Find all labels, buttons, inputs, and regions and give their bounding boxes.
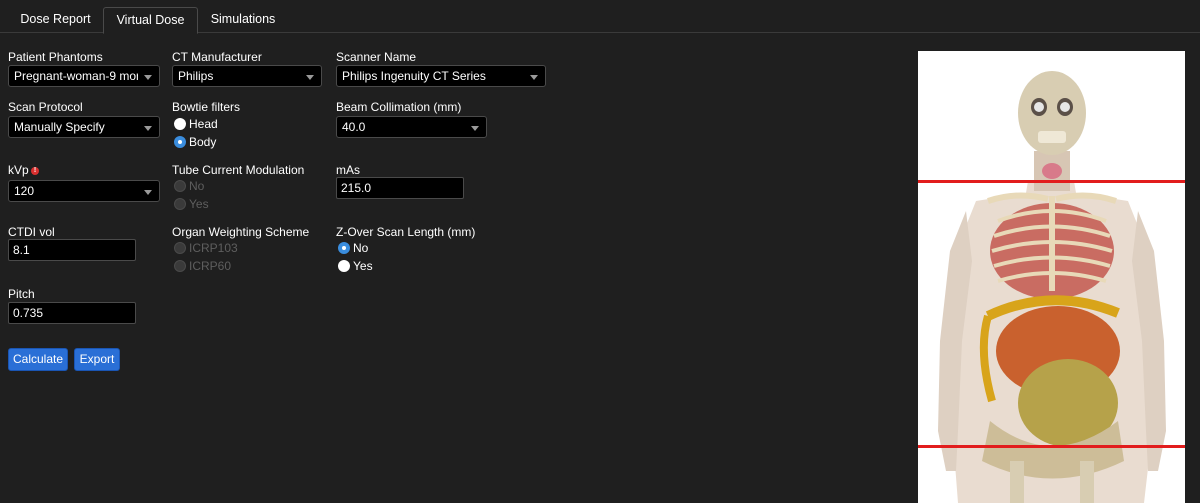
beam-collimation-label: Beam Collimation (mm) <box>336 100 462 114</box>
icrp103-label: ICRP103 <box>189 241 238 255</box>
radio-disabled-icon <box>174 180 186 192</box>
tab-bar: Dose Report Virtual Dose Simulations <box>0 0 1200 34</box>
ct-manufacturer-value: Philips <box>178 69 214 83</box>
phantom-figure <box>918 51 1185 503</box>
chevron-down-icon <box>144 190 152 195</box>
scanner-name-label: Scanner Name <box>336 50 417 64</box>
tcm-yes-label: Yes <box>189 197 209 211</box>
scan-protocol-value: Manually Specify <box>14 120 105 134</box>
patient-phantoms-value: Pregnant-woman-9 mor <box>14 69 138 83</box>
scanner-name-value: Philips Ingenuity CT Series <box>342 69 486 83</box>
chevron-down-icon <box>471 126 479 131</box>
radio-disabled-icon <box>174 198 186 210</box>
z-over-scan-length-label: Z-Over Scan Length (mm) <box>336 225 476 239</box>
chevron-down-icon <box>144 75 152 80</box>
tab-dose-report[interactable]: Dose Report <box>8 7 103 33</box>
mas-label: mAs <box>336 163 360 177</box>
beam-collimation-select[interactable]: 40.0 <box>336 116 487 138</box>
chevron-down-icon <box>530 75 538 80</box>
radio-unselected-icon <box>174 118 186 130</box>
organ-weighting-scheme-label: Organ Weighting Scheme <box>172 225 310 239</box>
pitch-field[interactable]: 0.735 <box>8 302 136 324</box>
patient-phantoms-select[interactable]: Pregnant-woman-9 mor <box>8 65 160 87</box>
mas-field[interactable]: 215.0 <box>336 177 464 199</box>
beam-collimation-value: 40.0 <box>342 120 366 134</box>
chevron-down-icon <box>144 126 152 131</box>
ct-manufacturer-label: CT Manufacturer <box>172 50 262 64</box>
z-over-yes-label: Yes <box>353 259 373 273</box>
radio-selected-icon <box>174 136 186 148</box>
kvp-label: kVp <box>8 163 29 177</box>
ctdi-vol-label: CTDI vol <box>8 225 55 239</box>
z-over-no-label: No <box>353 241 369 255</box>
warning-icon: ! <box>31 167 39 175</box>
radio-unselected-icon <box>338 260 350 272</box>
kvp-value: 120 <box>14 184 35 198</box>
chevron-down-icon <box>306 75 314 80</box>
pregnant-phantom-illustration <box>938 71 1166 503</box>
scanner-name-select[interactable]: Philips Ingenuity CT Series <box>336 65 546 87</box>
pitch-label: Pitch <box>8 287 35 301</box>
scan-range-top-line[interactable] <box>918 180 1185 183</box>
bowtie-filters-label: Bowtie filters <box>172 100 241 114</box>
radio-disabled-icon <box>174 260 186 272</box>
ct-manufacturer-select[interactable]: Philips <box>172 65 322 87</box>
radio-disabled-icon <box>174 242 186 254</box>
tube-current-modulation-label: Tube Current Modulation <box>172 163 305 177</box>
icrp60-label: ICRP60 <box>189 259 232 273</box>
calculate-button[interactable]: Calculate <box>8 348 68 371</box>
bowtie-head-label: Head <box>189 117 218 131</box>
scan-protocol-label: Scan Protocol <box>8 100 83 114</box>
kvp-select[interactable]: 120 <box>8 180 160 202</box>
patient-phantoms-label: Patient Phantoms <box>8 50 103 64</box>
scan-range-bottom-line[interactable] <box>918 445 1185 448</box>
scan-protocol-select[interactable]: Manually Specify <box>8 116 160 138</box>
ctdi-vol-field[interactable]: 8.1 <box>8 239 136 261</box>
tab-simulations[interactable]: Simulations <box>198 7 288 33</box>
export-button[interactable]: Export <box>74 348 120 371</box>
bowtie-body-label: Body <box>189 135 217 149</box>
tab-virtual-dose[interactable]: Virtual Dose <box>103 7 198 34</box>
tcm-no-label: No <box>189 179 205 193</box>
radio-selected-icon <box>338 242 350 254</box>
